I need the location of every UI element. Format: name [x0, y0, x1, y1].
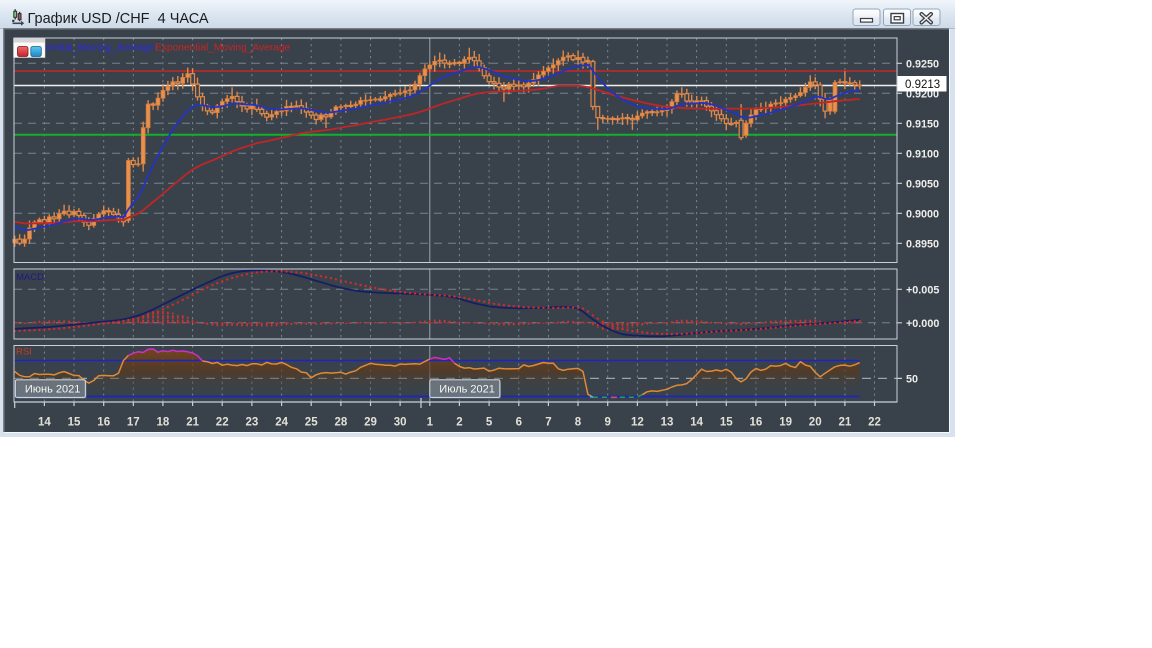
svg-text:Июль 2021: Июль 2021	[439, 384, 495, 396]
svg-text:28: 28	[335, 417, 348, 429]
svg-text:16: 16	[750, 417, 763, 429]
svg-text:0.9250: 0.9250	[906, 58, 939, 70]
svg-text:22: 22	[868, 417, 881, 429]
svg-text:14: 14	[690, 417, 703, 429]
svg-text:0.9050: 0.9050	[906, 178, 939, 190]
svg-text:2: 2	[456, 417, 462, 429]
svg-text:25: 25	[305, 417, 318, 429]
svg-text:17: 17	[127, 417, 140, 429]
svg-text:0.9000: 0.9000	[906, 208, 939, 220]
svg-text:1: 1	[427, 417, 434, 429]
svg-text:7: 7	[545, 417, 551, 429]
svg-text:0.9150: 0.9150	[906, 118, 939, 130]
svg-text:0.9100: 0.9100	[906, 148, 939, 160]
svg-text:9: 9	[604, 417, 610, 429]
svg-text:+0.000: +0.000	[906, 318, 939, 330]
svg-text:30: 30	[394, 417, 407, 429]
svg-text:24: 24	[275, 417, 288, 429]
svg-text:5: 5	[486, 417, 493, 429]
svg-text:15: 15	[720, 417, 733, 429]
svg-text:0.9213: 0.9213	[905, 79, 940, 91]
svg-text:График USD /CHF 4 ЧАСА: График USD /CHF 4 ЧАСА	[28, 11, 209, 27]
svg-text:50: 50	[906, 373, 918, 385]
svg-text:14: 14	[38, 417, 51, 429]
svg-text:23: 23	[246, 417, 259, 429]
svg-text:19: 19	[779, 417, 792, 429]
svg-text:8: 8	[575, 417, 582, 429]
svg-text:16: 16	[97, 417, 110, 429]
svg-text:21: 21	[186, 417, 199, 429]
svg-text:13: 13	[661, 417, 674, 429]
svg-text:MACD: MACD	[16, 272, 44, 283]
svg-text:12: 12	[631, 417, 644, 429]
svg-text:Exponential_Moving_Average: Exponential_Moving_Average	[155, 43, 291, 54]
svg-text:0.8950: 0.8950	[906, 238, 939, 250]
svg-text:15: 15	[68, 417, 81, 429]
svg-text:6: 6	[516, 417, 522, 429]
svg-text:Июнь 2021: Июнь 2021	[25, 384, 81, 396]
svg-text:18: 18	[157, 417, 170, 429]
svg-text:+0.005: +0.005	[906, 284, 939, 296]
svg-text:21: 21	[839, 417, 852, 429]
svg-text:29: 29	[364, 417, 377, 429]
svg-text:22: 22	[216, 417, 229, 429]
svg-text:20: 20	[809, 417, 822, 429]
svg-text:RSI: RSI	[16, 347, 32, 358]
